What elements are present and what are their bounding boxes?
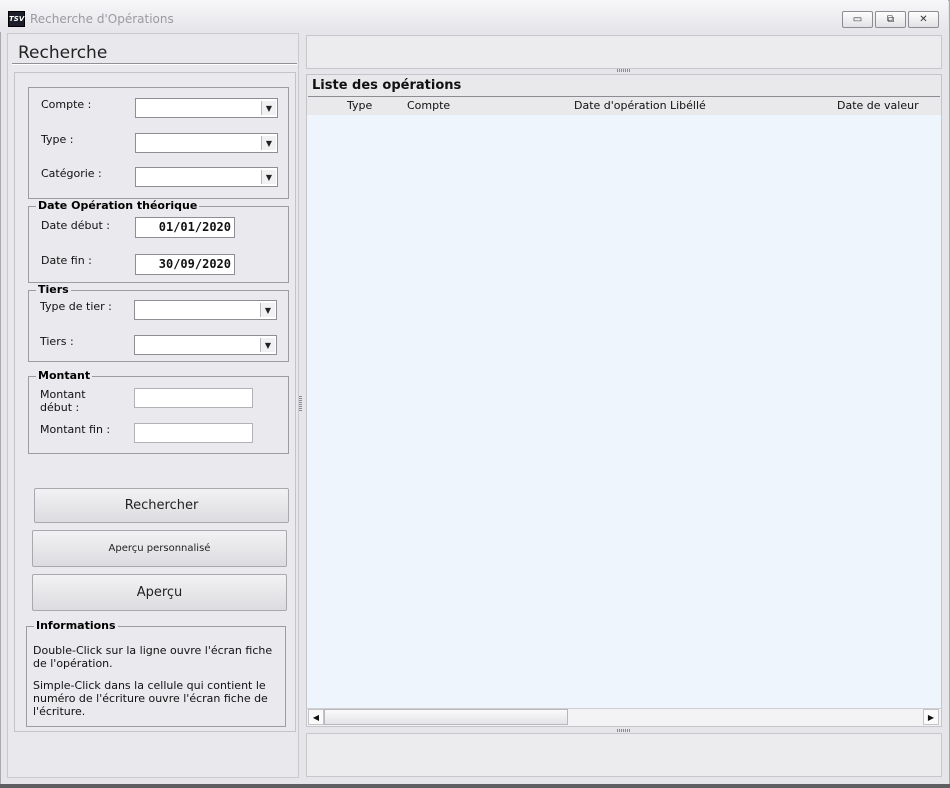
chevron-down-icon[interactable]: ▼ bbox=[260, 338, 275, 352]
info-line-2: Simple-Click dans la cellule qui contien… bbox=[33, 679, 268, 718]
apercu-personnalise-button[interactable]: Aperçu personnalisé bbox=[32, 530, 287, 567]
compte-label: Compte : bbox=[41, 98, 92, 111]
close-button[interactable]: ✕ bbox=[908, 11, 939, 28]
top-panel bbox=[306, 35, 942, 69]
tiers-combo[interactable]: ▼ bbox=[134, 335, 277, 355]
scroll-left-icon[interactable]: ◀ bbox=[308, 709, 324, 725]
montant-fin-label: Montant fin : bbox=[40, 423, 111, 436]
date-fin-label: Date fin : bbox=[41, 254, 92, 267]
tiers-group-title: Tiers bbox=[36, 283, 71, 296]
scroll-right-icon[interactable]: ▶ bbox=[923, 709, 939, 725]
close-icon: ✕ bbox=[919, 14, 928, 25]
montant-group-title: Montant bbox=[36, 369, 93, 382]
scroll-thumb[interactable] bbox=[324, 709, 568, 725]
montant-debut-field[interactable] bbox=[134, 388, 253, 408]
type-tier-label: Type de tier : bbox=[40, 300, 112, 313]
vertical-splitter[interactable] bbox=[299, 395, 302, 411]
type-tier-combo[interactable]: ▼ bbox=[134, 300, 277, 320]
list-title: Liste des opérations bbox=[312, 78, 462, 93]
minimize-icon: ▭ bbox=[852, 14, 863, 25]
bottom-panel bbox=[306, 733, 942, 777]
search-heading: Recherche bbox=[18, 43, 108, 63]
heading-divider bbox=[12, 63, 297, 65]
operations-list[interactable] bbox=[306, 74, 942, 727]
date-group-title: Date Opération théorique bbox=[36, 199, 200, 212]
column-header-type[interactable]: Type bbox=[347, 99, 372, 112]
bottom-splitter-grip[interactable] bbox=[617, 729, 630, 732]
chevron-down-icon[interactable]: ▼ bbox=[261, 136, 276, 150]
app-logo-icon: TSV bbox=[8, 11, 25, 27]
chevron-down-icon[interactable]: ▼ bbox=[260, 303, 275, 317]
info-line-1: Double-Click sur la ligne ouvre l'écran … bbox=[33, 644, 273, 670]
restore-icon: ⧉ bbox=[886, 14, 895, 25]
top-splitter-grip[interactable] bbox=[617, 69, 630, 72]
minimize-button[interactable]: ▭ bbox=[842, 11, 873, 28]
rechercher-button[interactable]: Rechercher bbox=[34, 488, 289, 523]
date-debut-label: Date début : bbox=[41, 219, 111, 232]
column-header-compte[interactable]: Compte bbox=[407, 99, 450, 112]
montant-debut-label: Montant bbox=[40, 388, 86, 401]
montant-fin-field[interactable] bbox=[134, 423, 253, 443]
montant-debut-label-line2: début : bbox=[40, 401, 80, 414]
apercu-button[interactable]: Aperçu bbox=[32, 574, 287, 611]
categorie-combo[interactable]: ▼ bbox=[135, 167, 278, 187]
column-header-libelle[interactable]: Libéllé bbox=[670, 99, 706, 112]
restore-button[interactable]: ⧉ bbox=[875, 11, 906, 28]
column-header-date-valeur[interactable]: Date de valeur bbox=[837, 99, 919, 112]
date-debut-field[interactable]: 01/01/2020 bbox=[135, 217, 235, 238]
compte-combo[interactable]: ▼ bbox=[135, 98, 278, 118]
chevron-down-icon[interactable]: ▼ bbox=[261, 101, 276, 115]
type-combo[interactable]: ▼ bbox=[135, 133, 278, 153]
date-fin-field[interactable]: 30/09/2020 bbox=[135, 254, 235, 275]
categorie-label: Catégorie : bbox=[41, 167, 102, 180]
window-title: Recherche d'Opérations bbox=[30, 12, 174, 26]
chevron-down-icon[interactable]: ▼ bbox=[261, 170, 276, 184]
column-header-date-operation[interactable]: Date d'opération bbox=[574, 99, 667, 112]
info-text: Double-Click sur la ligne ouvre l'écran … bbox=[33, 644, 283, 727]
window-bottom-border bbox=[0, 784, 950, 788]
column-header-divider bbox=[308, 96, 940, 97]
tiers-label: Tiers : bbox=[40, 335, 74, 348]
info-title: Informations bbox=[34, 619, 118, 632]
type-label: Type : bbox=[41, 133, 74, 146]
